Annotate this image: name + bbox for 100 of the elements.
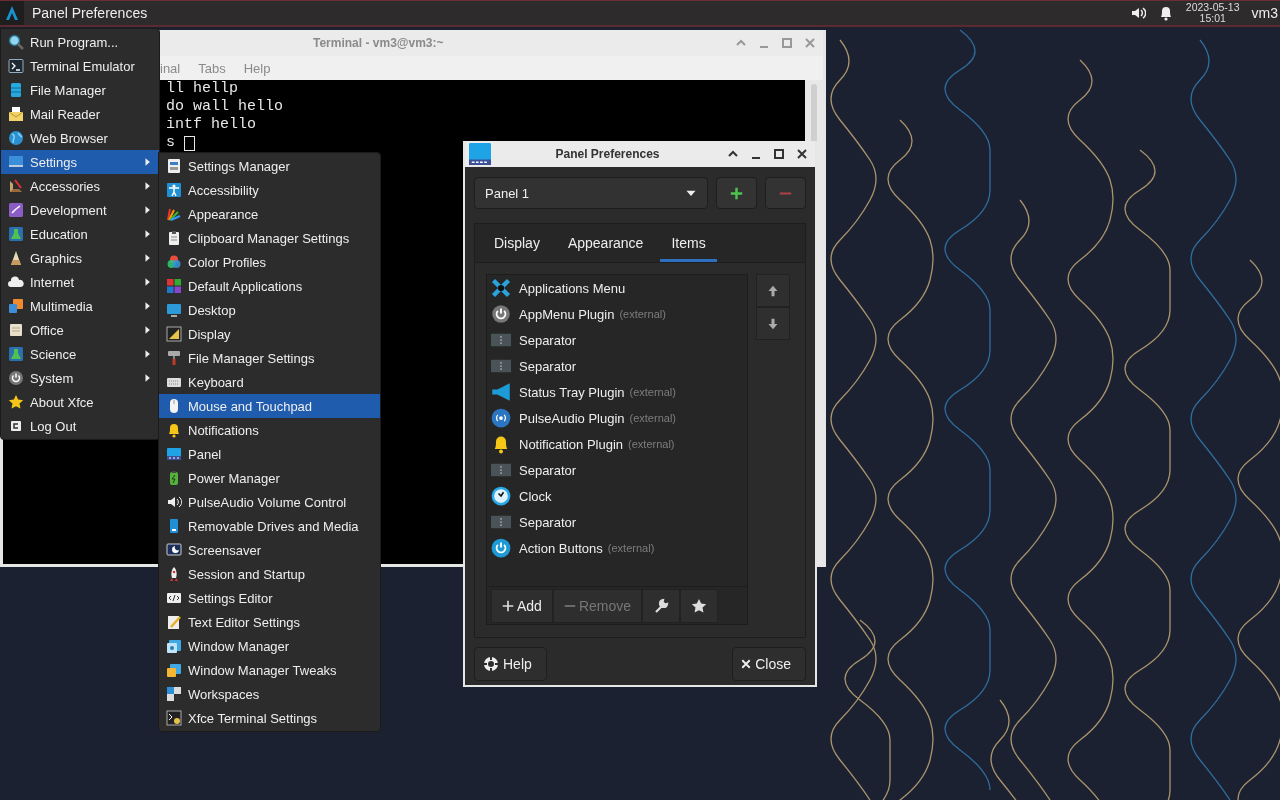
menu-item[interactable]: Mouse and Touchpad — [159, 394, 380, 418]
launcher-button[interactable] — [0, 1, 24, 25]
menu-item[interactable]: File Manager — [1, 78, 159, 102]
properties-button[interactable] — [642, 588, 681, 623]
menu-item[interactable]: Accessibility — [159, 178, 380, 202]
menu-item[interactable]: Education — [1, 222, 159, 246]
terminal-gear-icon — [166, 710, 182, 726]
globe-icon — [8, 130, 24, 146]
move-up-button[interactable] — [756, 274, 790, 307]
menu-item[interactable]: Xfce Terminal Settings — [159, 706, 380, 730]
add-panel-button[interactable] — [716, 177, 757, 209]
tab[interactable]: Appearance — [556, 224, 655, 262]
list-item[interactable]: Action Buttons (external) — [487, 535, 747, 561]
search-icon — [8, 34, 24, 50]
window-title: Panel Preferences — [554, 147, 661, 161]
accessibility-icon — [166, 182, 182, 198]
list-item[interactable]: Applications Menu — [487, 275, 747, 301]
menu-item[interactable]: Desktop — [159, 298, 380, 322]
add-item-button[interactable]: Add — [491, 588, 553, 623]
close-icon — [805, 38, 815, 48]
menu-item[interactable]: Settings — [1, 150, 159, 174]
tab[interactable]: Display — [483, 224, 551, 262]
menu-item[interactable]: System — [1, 366, 159, 390]
clock[interactable]: 2023-05-13 15:01 — [1185, 2, 1240, 24]
menu-item[interactable]: Internet — [1, 270, 159, 294]
pencil-note-icon — [166, 614, 182, 630]
menu-item[interactable]: Web Browser — [1, 126, 159, 150]
arrow-up-icon — [767, 284, 779, 297]
list-item[interactable]: Status Tray Plugin (external) — [487, 379, 747, 405]
cross-icon — [491, 278, 511, 298]
menu-item[interactable]: PulseAudio Volume Control — [159, 490, 380, 514]
menu-item[interactable]: Terminal Emulator — [1, 54, 159, 78]
arrow-down-icon — [767, 317, 779, 330]
cloud-icon — [8, 274, 24, 290]
terminal-line: ll hellp — [166, 82, 238, 96]
power-icon — [8, 370, 24, 386]
move-down-button[interactable] — [756, 307, 790, 340]
list-item[interactable]: Notification Plugin (external) — [487, 431, 747, 457]
menu-item[interactable]: Development — [1, 198, 159, 222]
list-item[interactable]: Separator — [487, 457, 747, 483]
tab[interactable]: Items — [660, 224, 717, 262]
menu-item[interactable]: Accessories — [1, 174, 159, 198]
maximize-icon — [774, 149, 784, 159]
grid-icon — [166, 278, 182, 294]
star-icon — [8, 394, 24, 410]
menu-item[interactable]: Graphics — [1, 246, 159, 270]
chart-icon — [8, 202, 24, 218]
menu-item[interactable]: Color Profiles — [159, 250, 380, 274]
menu-item[interactable]: Science — [1, 342, 159, 366]
list-item[interactable]: Separator — [487, 509, 747, 535]
menu-item[interactable]: Settings Manager — [159, 154, 380, 178]
menu-item[interactable]: Window Manager Tweaks — [159, 658, 380, 682]
menu-item[interactable]: Settings Editor — [159, 586, 380, 610]
text-cursor — [184, 135, 195, 151]
menu-item[interactable]: Clipboard Manager Settings — [159, 226, 380, 250]
paint-roller-icon — [166, 350, 182, 366]
menu-item[interactable]: Session and Startup — [159, 562, 380, 586]
menu-item[interactable]: Multimedia — [1, 294, 159, 318]
taskbar-window-button[interactable]: Panel Preferences — [24, 1, 156, 25]
menu-item[interactable]: Power Manager — [159, 466, 380, 490]
panel-icon — [469, 143, 491, 165]
menu-item[interactable]: Log Out — [1, 414, 159, 438]
close-dialog-button[interactable]: Close — [732, 647, 806, 681]
window-icon — [166, 158, 182, 174]
list-item[interactable]: Separator — [487, 353, 747, 379]
menu-item[interactable]: Screensaver — [159, 538, 380, 562]
menu-item[interactable]: Display — [159, 322, 380, 346]
menu-item[interactable]: Run Program... — [1, 30, 159, 54]
document-icon — [8, 322, 24, 338]
menu-item[interactable]: File Manager Settings — [159, 346, 380, 370]
menu-item[interactable]: Text Editor Settings — [159, 610, 380, 634]
list-item[interactable]: Separator — [487, 327, 747, 353]
menu-item[interactable]: Appearance — [159, 202, 380, 226]
panel-icon — [166, 446, 182, 462]
menu-item[interactable]: Workspaces — [159, 682, 380, 706]
bell-icon — [166, 422, 182, 438]
about-button[interactable] — [680, 588, 719, 623]
list-item[interactable]: PulseAudio Plugin (external) — [487, 405, 747, 431]
menu-item[interactable]: Window Manager — [159, 634, 380, 658]
help-button[interactable]: Help — [474, 647, 547, 681]
menu-item[interactable]: Keyboard — [159, 370, 380, 394]
clipboard-icon — [166, 230, 182, 246]
menu-item[interactable]: Default Applications — [159, 274, 380, 298]
menu-item[interactable]: Office — [1, 318, 159, 342]
menu-item[interactable]: Notifications — [159, 418, 380, 442]
user-name[interactable]: vm3 — [1251, 5, 1278, 21]
maximize-icon — [782, 38, 792, 48]
panel-dropdown[interactable]: Panel 1 — [474, 177, 708, 209]
power-icon — [491, 538, 511, 558]
menu-item[interactable]: Removable Drives and Media — [159, 514, 380, 538]
menu-item[interactable]: Mail Reader — [1, 102, 159, 126]
list-item[interactable]: AppMenu Plugin (external) — [487, 301, 747, 327]
chevron-up-icon — [728, 149, 738, 159]
menu-item[interactable]: About Xfce — [1, 390, 159, 414]
window-gear-icon — [166, 638, 182, 654]
menu-item[interactable]: Panel — [159, 442, 380, 466]
wrench-icon — [653, 597, 670, 614]
list-item[interactable]: Clock — [487, 483, 747, 509]
clock-icon — [491, 486, 511, 506]
terminal-line: do wall hello — [166, 100, 284, 114]
